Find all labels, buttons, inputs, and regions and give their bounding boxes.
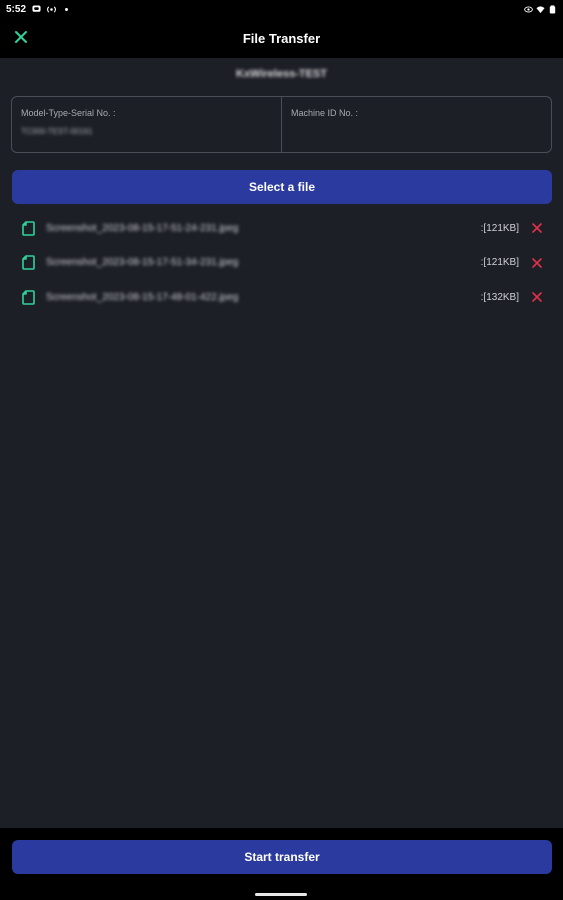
- gesture-nav-handle[interactable]: [255, 893, 307, 896]
- close-icon[interactable]: [12, 28, 30, 46]
- file-name: Screenshot_2023-08-15-17-48-01-422.jpeg: [46, 291, 239, 303]
- file-icon: [22, 289, 35, 305]
- status-left: 5:52: [6, 4, 71, 15]
- file-icon: [22, 220, 35, 236]
- status-bar: 5:52: [0, 0, 563, 18]
- remove-file-icon[interactable]: [531, 257, 543, 269]
- file-list: Screenshot_2023-08-15-17-51-24-231.jpeg …: [0, 211, 563, 315]
- battery-icon: [549, 4, 556, 14]
- file-icon: [22, 255, 35, 271]
- wifi-icon: [536, 5, 545, 13]
- machine-info-cell: Machine ID No. :: [281, 97, 551, 152]
- file-name: Screenshot_2023-08-15-17-51-34-231.jpeg: [46, 257, 239, 269]
- remove-file-icon[interactable]: [531, 291, 543, 303]
- model-value: TC000-TEST-00161: [21, 127, 93, 136]
- file-size: :[121KB]: [480, 257, 519, 269]
- machine-id-label: Machine ID No. :: [291, 108, 359, 118]
- start-transfer-button[interactable]: Start transfer: [12, 840, 552, 874]
- broadcast-icon: [47, 5, 56, 13]
- file-item: Screenshot_2023-08-15-17-48-01-422.jpeg …: [0, 280, 563, 315]
- eye-icon: [524, 6, 533, 12]
- remove-file-icon[interactable]: [531, 222, 543, 234]
- select-file-button[interactable]: Select a file: [12, 170, 552, 204]
- status-right: [524, 4, 557, 14]
- page-title: File Transfer: [242, 30, 321, 46]
- file-item: Screenshot_2023-08-15-17-51-24-231.jpeg …: [0, 211, 563, 246]
- app-bar: File Transfer: [0, 18, 563, 58]
- dot-icon: [65, 7, 68, 11]
- model-label: Model-Type-Serial No. :: [21, 108, 116, 118]
- message-icon: [32, 4, 41, 12]
- file-size: :[121KB]: [480, 222, 519, 234]
- file-size: :[132KB]: [480, 291, 519, 303]
- status-time: 5:52: [6, 3, 27, 15]
- device-name: KxWireless-TEST: [236, 68, 327, 80]
- file-name: Screenshot_2023-08-15-17-51-24-231.jpeg: [46, 222, 239, 234]
- device-info-box: Model-Type-Serial No. : TC000-TEST-00161…: [11, 96, 552, 153]
- file-item: Screenshot_2023-08-15-17-51-34-231.jpeg …: [0, 246, 563, 281]
- bottom-bar: Start transfer: [0, 828, 563, 900]
- model-info-cell: Model-Type-Serial No. : TC000-TEST-00161: [12, 97, 281, 152]
- main-content: KxWireless-TEST Model-Type-Serial No. : …: [0, 58, 563, 828]
